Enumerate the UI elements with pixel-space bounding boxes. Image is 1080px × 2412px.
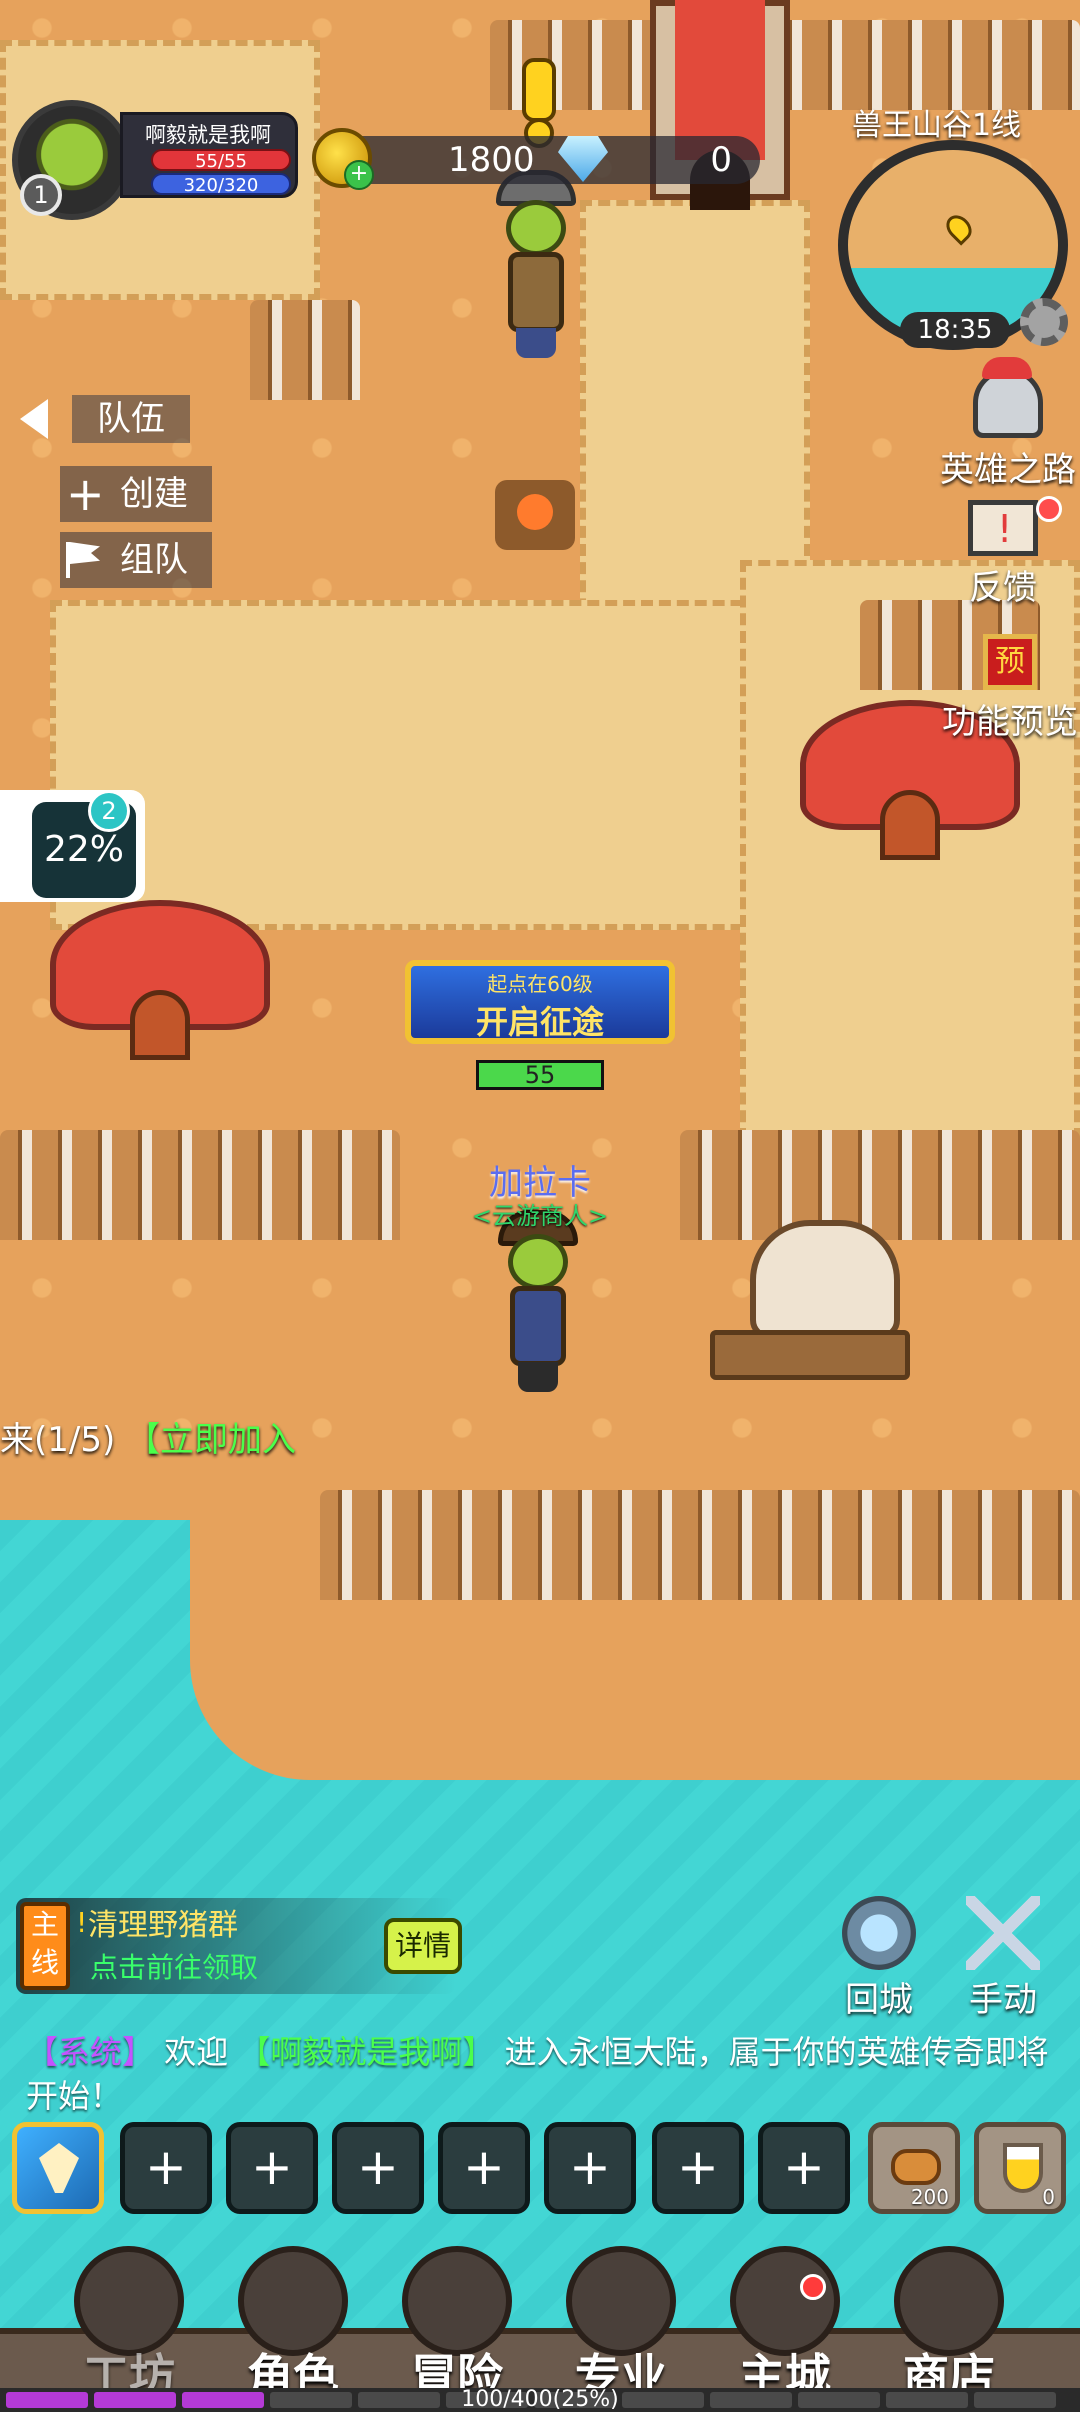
create-team-label: 创建 [120, 474, 188, 514]
orc-tower [620, 0, 820, 230]
empty-skill-slot[interactable]: + [438, 2122, 530, 2214]
empty-skill-slot[interactable]: + [758, 2122, 850, 2214]
hero-road-label: 英雄之路 [940, 450, 1076, 490]
quest-alert-icon: ! [76, 1906, 88, 1939]
bread-quantity: 200 [910, 2185, 949, 2209]
quest-title: 清理野猪群 [88, 1908, 238, 1943]
diamond-icon [558, 136, 608, 182]
player-level-badge: 1 [20, 174, 62, 216]
team-title: 队伍 [72, 395, 190, 443]
helmet-icon [973, 357, 1043, 438]
group-up-label: 组队 [120, 540, 188, 580]
empty-skill-slot[interactable]: + [652, 2122, 744, 2214]
game-clock: 18:35 [900, 312, 1010, 348]
preview-scroll-icon: 预 [983, 634, 1037, 690]
hp-bar: 55/55 [151, 149, 291, 172]
plus-icon: + [66, 467, 105, 521]
gold-coin-add-icon[interactable] [312, 128, 374, 190]
wooden-fence [320, 1490, 1080, 1600]
weapon-skill-slot[interactable] [12, 2122, 104, 2214]
npc-title: <云游商人> [471, 1202, 609, 1230]
bottom-navigation: 工坊 角色 冒险 专业 主城 商店 [0, 2236, 1080, 2412]
merchant-npc[interactable] [488, 1210, 588, 1392]
bread-icon [891, 2149, 941, 2185]
campfire [495, 480, 575, 550]
gear-icon[interactable] [1020, 298, 1068, 346]
nav-shop[interactable]: 商店 [874, 2236, 1024, 2412]
quest-hint: 点击前往领取 [90, 1951, 259, 1984]
system-chat-message[interactable]: 【系统】 欢迎 【啊毅就是我啊】 进入永恒大陆，属于你的英雄传奇即将开始！ [26, 2030, 1066, 2118]
feedback-label: 反馈 [969, 568, 1037, 608]
portal-icon [842, 1896, 916, 1970]
event-subtitle: 起点在60级 [487, 972, 593, 996]
broken-wagon [690, 1220, 930, 1420]
wooden-fence [0, 1130, 400, 1240]
hero-road-button[interactable]: 英雄之路 [940, 357, 1076, 491]
feedback-envelope-icon [968, 500, 1038, 556]
empty-skill-slot[interactable]: + [544, 2122, 636, 2214]
bread-item-slot[interactable]: 200 [868, 2122, 960, 2214]
wooden-fence [250, 300, 360, 400]
nav-adventure[interactable]: 冒险 [382, 2236, 532, 2412]
player-info: 啊毅就是我啊 55/55 320/320 [120, 112, 298, 198]
buff-indicator[interactable]: 22% 2 [0, 790, 145, 902]
create-team-button[interactable]: + 创建 [60, 466, 212, 522]
empty-skill-slot[interactable]: + [120, 2122, 212, 2214]
main-city-notification-dot [800, 2274, 826, 2300]
event-banner[interactable]: 起点在60级 开启征途 [405, 960, 675, 1044]
server-line-label[interactable]: 兽王山谷1线 [852, 100, 1021, 144]
experience-text: 100/400(25%) [461, 2387, 619, 2412]
quest-exclamation-icon[interactable] [522, 58, 556, 148]
quest-npc[interactable] [486, 170, 586, 358]
gold-amount: 1800 [448, 140, 535, 180]
system-tag: 【系统】 [26, 2033, 155, 2071]
recall-label: 回城 [845, 1980, 913, 2020]
orc-tent [30, 880, 290, 1080]
crossed-swords-icon [966, 1896, 1040, 1970]
drink-quantity: 0 [1042, 2185, 1055, 2209]
feedback-button[interactable]: 反馈 [968, 500, 1038, 609]
player-name: 啊毅就是我啊 [145, 123, 271, 147]
main-quest-tag: 主线 [20, 1902, 70, 1990]
buff-count-badge: 2 [88, 790, 130, 832]
chat-player-name: 【啊毅就是我啊】 [238, 2033, 495, 2071]
team-invite-message[interactable]: 来(1/5) 【立即加入 [0, 1412, 296, 1461]
feature-preview-button[interactable]: 预 功能预览 [942, 634, 1078, 743]
nav-profession[interactable]: 专业 [546, 2236, 696, 2412]
manual-mode-button[interactable]: 手动 [958, 1896, 1048, 2021]
recall-button[interactable]: 回城 [834, 1896, 924, 2021]
chat-prefix: 欢迎 [164, 2033, 229, 2071]
nav-main-city[interactable]: 主城 [710, 2236, 860, 2412]
flag-icon [66, 542, 100, 578]
currency-bar: 1800 0 [312, 128, 760, 190]
experience-bar: 100/400(25%) [0, 2388, 1080, 2412]
nav-character[interactable]: 角色 [218, 2236, 368, 2412]
drink-icon [1003, 2143, 1043, 2193]
join-now-link[interactable]: 【立即加入 [126, 1420, 296, 1460]
collapse-arrow-icon[interactable] [20, 399, 48, 439]
quest-detail-button[interactable]: 详情 [384, 1918, 462, 1974]
player-card[interactable]: 啊毅就是我啊 55/55 320/320 1 [12, 100, 298, 220]
drink-item-slot[interactable]: 0 [974, 2122, 1066, 2214]
skill-bar: + + + + + + + 200 0 [12, 2122, 1072, 2218]
npc-level-bar: 55 [476, 1060, 604, 1090]
event-title: 开启征途 [475, 1003, 604, 1041]
manual-label: 手动 [969, 1980, 1037, 2020]
empty-skill-slot[interactable]: + [332, 2122, 424, 2214]
empty-skill-slot[interactable]: + [226, 2122, 318, 2214]
team-invite-count: 来(1/5) [0, 1420, 116, 1460]
mp-bar: 320/320 [151, 173, 291, 196]
feature-preview-label: 功能预览 [942, 702, 1078, 742]
npc-level: 55 [524, 1061, 556, 1089]
location-pin-icon [941, 210, 977, 246]
nav-workshop[interactable]: 工坊 [54, 2236, 204, 2412]
notification-dot [1036, 496, 1062, 522]
group-up-button[interactable]: 组队 [60, 532, 212, 588]
gem-amount: 0 [710, 140, 732, 180]
